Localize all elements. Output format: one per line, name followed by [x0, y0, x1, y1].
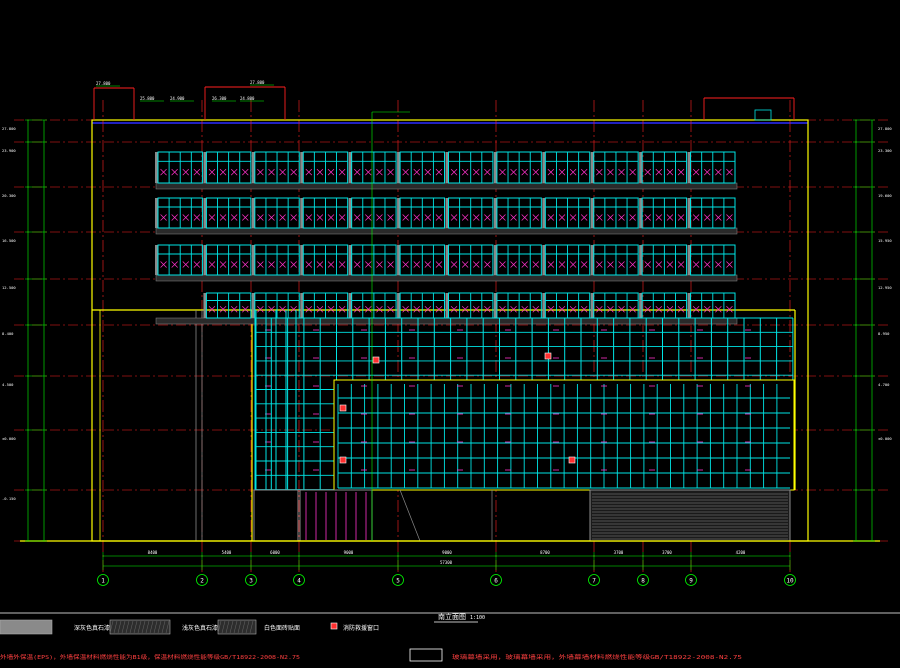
elevation-label-left: 8.400 — [2, 331, 14, 336]
elevation-drawing: 27.800 25.800 24.900 27.800 26.300 24.800 27.8… — [0, 0, 900, 668]
drawing-title: 南立面图 — [438, 612, 466, 621]
roof-elev-label: 26.300 — [212, 96, 227, 101]
drawing-background — [0, 0, 900, 668]
rescue-window — [372, 356, 380, 364]
axis-bubble-label: 3 — [249, 578, 253, 585]
axis-bubble-label: 8 — [641, 578, 645, 585]
elevation-label-left: 4.500 — [2, 382, 14, 387]
elevation-label-left: ±0.000 — [2, 436, 16, 441]
spandrel — [155, 317, 738, 325]
span-label: 6000 — [270, 550, 280, 555]
legend-label-1: 浅灰色真石漆 — [182, 624, 218, 632]
legend-label-2: 白色面砖贴面 — [264, 624, 300, 632]
span-label: 3700 — [614, 550, 624, 555]
elevation-label-right: 4.700 — [878, 382, 890, 387]
span-label: 9000 — [344, 550, 354, 555]
rescue-window — [339, 404, 347, 412]
spandrel — [155, 274, 738, 282]
drawing-scale: 1:100 — [470, 615, 485, 621]
axis-bubble-label: 1 — [101, 578, 105, 585]
spandrel — [155, 227, 738, 235]
axis-bubble-label: 6 — [494, 578, 498, 585]
axis-bubble-label: 7 — [592, 578, 596, 585]
span-label: 5400 — [222, 550, 232, 555]
elevation-label-left: 27.800 — [2, 126, 16, 131]
axis-bubble-label: 4 — [297, 578, 301, 585]
rescue-window — [544, 352, 552, 360]
legend-swatch-red — [330, 622, 338, 630]
legend-label-3: 消防救援窗口 — [343, 624, 379, 632]
axis-bubble-label: 10 — [786, 578, 794, 585]
roof-elev-label: 25.800 — [140, 96, 155, 101]
roof-elev-label: 24.900 — [170, 96, 185, 101]
elevation-label-left: 23.900 — [2, 148, 16, 153]
elevation-label-right: 27.800 — [878, 126, 892, 131]
rescue-window — [339, 456, 347, 464]
elevation-label-left: 20.300 — [2, 193, 16, 198]
axis-bubble-label: 9 — [689, 578, 693, 585]
roof-elev-label: 27.800 — [96, 81, 111, 86]
note-left: 外墙外保温(EPS)，外墙保温材料燃烧性能为B1级，保温材料燃烧性能等级GB/T… — [0, 653, 300, 661]
roof-elev-label: 24.800 — [240, 96, 255, 101]
axis-bubble-label: 2 — [200, 578, 204, 585]
axis-bubble-label: 5 — [396, 578, 400, 585]
elevation-label-right: 23.300 — [878, 148, 892, 153]
span-label: 8700 — [540, 550, 550, 555]
elevation-label-right: 19.600 — [878, 193, 892, 198]
elevation-label-left: 12.500 — [2, 285, 16, 290]
roof-elev-label: 27.800 — [250, 80, 265, 85]
span-label: 8400 — [148, 550, 158, 555]
span-label: 9000 — [442, 550, 452, 555]
spandrel — [155, 182, 738, 190]
legend-label-0: 深灰色真石漆 — [74, 624, 110, 632]
span-label: 3700 — [662, 550, 672, 555]
elevation-label-right: 15.950 — [878, 238, 892, 243]
elevation-label-right: 8.950 — [878, 331, 890, 336]
total-width-label: 57300 — [440, 560, 453, 565]
elevation-label-left: 16.500 — [2, 238, 16, 243]
elevation-label-right: ±0.000 — [878, 436, 892, 441]
elevation-label-left: -0.150 — [2, 496, 16, 501]
legend-swatch-hatch — [109, 619, 171, 635]
elevation-label-right: 12.950 — [878, 285, 892, 290]
rescue-window — [568, 456, 576, 464]
shutter-door — [589, 489, 791, 542]
span-label: 4200 — [736, 550, 746, 555]
legend-swatch-grey — [0, 619, 53, 635]
note-right: 玻璃幕墙采用，玻璃幕墙采用，外墙幕墙材料燃烧性能等级GB/T18922-2008… — [452, 653, 742, 661]
